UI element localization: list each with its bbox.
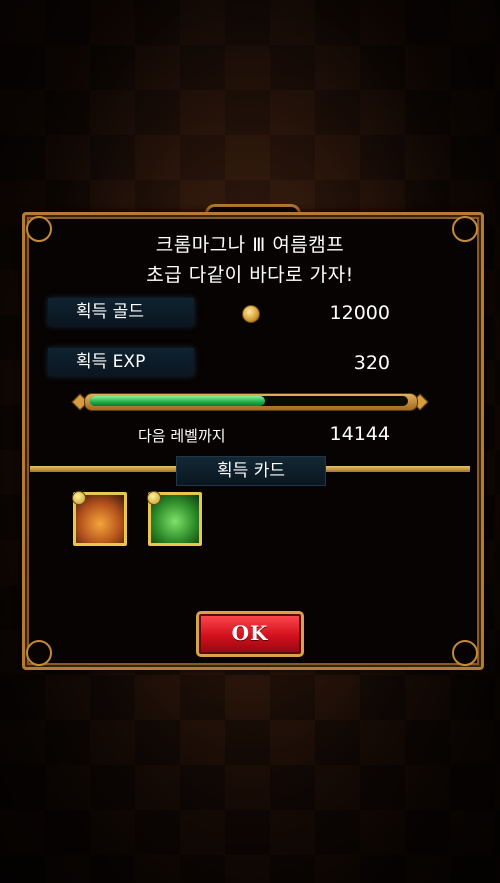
exp-progress-bar (71, 390, 429, 412)
flame-beast-card[interactable] (72, 491, 127, 546)
corner-ornament-bl (26, 640, 52, 666)
exp-value: 320 (353, 352, 390, 374)
green-dragon-card[interactable] (147, 491, 202, 546)
dialog-title-line1: 크롬마그나 Ⅲ 여름캠프 (155, 234, 345, 256)
coin-icon (242, 305, 260, 323)
card-badge-icon (147, 491, 161, 505)
progress-bar-fill (90, 396, 265, 406)
dialog-title-line2: 초급 다같이 바다로 가자! (146, 264, 354, 286)
next-level-label: 다음 레벨까지 (138, 427, 226, 445)
next-level-value: 14144 (329, 423, 390, 445)
card-badge-icon (72, 491, 86, 505)
cards-header: 획득 카드 (176, 456, 326, 486)
gold-label: 획득 골드 (48, 298, 194, 326)
ok-button[interactable]: OK (196, 611, 304, 657)
progress-bar-track (90, 396, 408, 406)
corner-ornament-br (452, 640, 478, 666)
gold-value: 12000 (329, 302, 390, 324)
exp-label: 획득 EXP (48, 348, 194, 376)
